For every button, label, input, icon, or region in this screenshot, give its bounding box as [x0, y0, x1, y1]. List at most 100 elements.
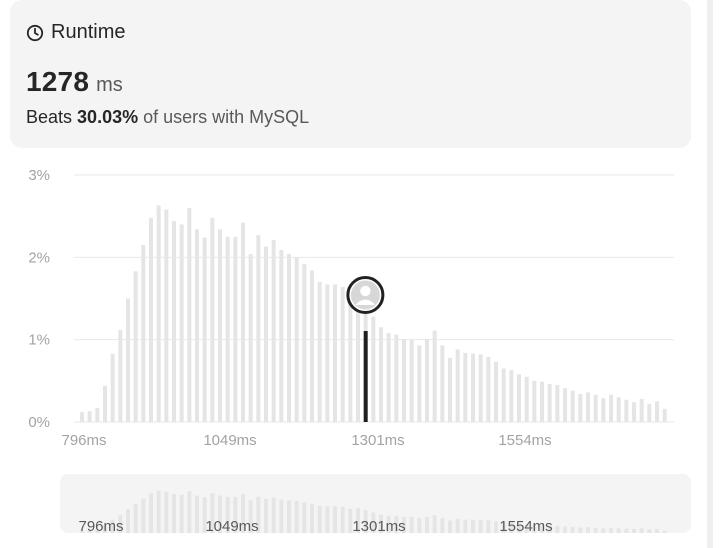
overview-bar[interactable]: [494, 521, 499, 533]
distribution-bar[interactable]: [555, 384, 560, 422]
overview-bar[interactable]: [593, 527, 598, 533]
distribution-bar[interactable]: [256, 235, 261, 422]
distribution-bar[interactable]: [578, 394, 583, 422]
distribution-bar[interactable]: [540, 381, 545, 422]
distribution-bar[interactable]: [570, 390, 575, 422]
distribution-bar[interactable]: [524, 376, 529, 422]
overview-bar[interactable]: [264, 498, 269, 533]
distribution-bar[interactable]: [432, 330, 437, 422]
distribution-bar[interactable]: [340, 286, 345, 422]
overview-bar[interactable]: [455, 518, 460, 533]
distribution-bar[interactable]: [279, 249, 284, 422]
overview-bar[interactable]: [586, 527, 591, 533]
overview-bar[interactable]: [624, 528, 629, 533]
distribution-bar[interactable]: [164, 209, 169, 422]
overview-bar[interactable]: [164, 491, 169, 533]
distribution-bar[interactable]: [141, 244, 146, 422]
overview-bar[interactable]: [310, 503, 315, 533]
overview-bar[interactable]: [279, 499, 284, 533]
overview-bar[interactable]: [632, 529, 637, 533]
distribution-bar[interactable]: [394, 334, 399, 422]
distribution-bar[interactable]: [509, 370, 514, 422]
distribution-bar[interactable]: [110, 353, 115, 422]
overview-bar[interactable]: [156, 490, 161, 533]
distribution-bar[interactable]: [632, 402, 637, 422]
overview-bar[interactable]: [471, 519, 476, 533]
distribution-bar[interactable]: [448, 357, 453, 422]
distribution-bar[interactable]: [440, 345, 445, 422]
distribution-bar[interactable]: [317, 282, 322, 422]
overview-bar[interactable]: [425, 516, 430, 533]
overview-bar[interactable]: [555, 525, 560, 533]
distribution-bar[interactable]: [471, 353, 476, 422]
overview-bar[interactable]: [294, 501, 299, 533]
overview-bar[interactable]: [133, 503, 138, 533]
distribution-bar[interactable]: [547, 384, 552, 422]
overview-bar[interactable]: [448, 520, 453, 533]
overview-bar[interactable]: [126, 509, 131, 533]
overview-bar[interactable]: [655, 529, 660, 533]
overview-bar[interactable]: [616, 528, 621, 533]
overview-bar[interactable]: [639, 528, 644, 533]
distribution-bar[interactable]: [241, 222, 246, 422]
distribution-bar[interactable]: [187, 207, 192, 422]
overview-bar[interactable]: [647, 529, 652, 533]
distribution-bar[interactable]: [310, 270, 315, 422]
distribution-bar[interactable]: [586, 392, 591, 422]
distribution-bar[interactable]: [172, 221, 177, 422]
distribution-bar[interactable]: [455, 349, 460, 422]
distribution-bar[interactable]: [95, 408, 100, 422]
distribution-bar[interactable]: [149, 217, 154, 422]
distribution-bar[interactable]: [655, 401, 660, 422]
distribution-bar[interactable]: [425, 338, 430, 422]
distribution-bar[interactable]: [87, 411, 92, 422]
distribution-bar[interactable]: [126, 298, 131, 423]
distribution-bar[interactable]: [593, 394, 598, 422]
distribution-bar[interactable]: [494, 361, 499, 422]
distribution-bar[interactable]: [264, 246, 269, 422]
overview-bar[interactable]: [179, 494, 184, 533]
distribution-bar[interactable]: [133, 271, 138, 422]
overview-bar[interactable]: [149, 493, 154, 533]
overview-bar[interactable]: [417, 518, 422, 533]
distribution-bar[interactable]: [302, 263, 307, 422]
overview-bar[interactable]: [187, 491, 192, 533]
distribution-bar[interactable]: [156, 205, 161, 422]
distribution-bar[interactable]: [118, 329, 123, 422]
distribution-bar[interactable]: [501, 368, 506, 422]
distribution-bar[interactable]: [179, 224, 184, 422]
overview-bar[interactable]: [478, 519, 483, 533]
distribution-bar[interactable]: [348, 297, 353, 422]
overview-bar[interactable]: [172, 493, 177, 533]
distribution-bar[interactable]: [202, 237, 207, 422]
distribution-bar[interactable]: [80, 412, 84, 422]
overview-bar[interactable]: [578, 527, 583, 533]
runtime-distribution-chart[interactable]: 0% 1% 2% 3% 796ms 1049ms 1301ms 1554ms 796ms 1049…: [0, 0, 723, 548]
overview-bar[interactable]: [486, 520, 491, 533]
overview-bar[interactable]: [333, 506, 338, 533]
overview-bar[interactable]: [440, 518, 445, 533]
distribution-bar[interactable]: [417, 345, 422, 422]
overview-bar[interactable]: [609, 527, 614, 533]
distribution-bar[interactable]: [195, 229, 200, 422]
distribution-bar[interactable]: [248, 254, 253, 422]
page-scrollbar[interactable]: [707, 0, 713, 548]
distribution-bar[interactable]: [616, 397, 621, 422]
overview-bar[interactable]: [287, 500, 292, 533]
distribution-bar[interactable]: [563, 388, 568, 422]
distribution-bar[interactable]: [371, 316, 376, 422]
overview-bar[interactable]: [463, 519, 468, 533]
overview-bar[interactable]: [662, 530, 667, 533]
overview-bar[interactable]: [317, 505, 322, 533]
distribution-bar[interactable]: [532, 380, 537, 422]
overview-bar[interactable]: [325, 506, 330, 533]
distribution-bar[interactable]: [225, 236, 230, 422]
distribution-bar[interactable]: [639, 398, 644, 422]
distribution-bar[interactable]: [486, 356, 491, 422]
overview-bar[interactable]: [570, 526, 575, 533]
distribution-bar[interactable]: [478, 354, 483, 422]
distribution-bar[interactable]: [662, 408, 667, 422]
distribution-bar[interactable]: [379, 327, 384, 422]
distribution-bar[interactable]: [647, 403, 652, 422]
distribution-bar[interactable]: [210, 217, 215, 422]
